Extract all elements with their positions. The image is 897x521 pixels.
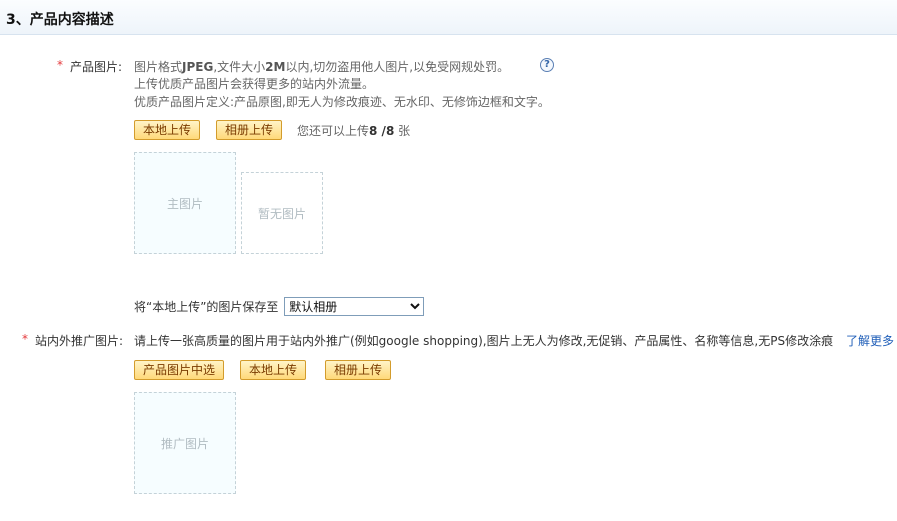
promo-image-label: 推广图片 bbox=[160, 436, 209, 451]
local-upload-button[interactable]: 本地上传 bbox=[134, 120, 201, 140]
learn-more-link[interactable]: 了解更多 bbox=[846, 332, 894, 349]
help-icon[interactable]: ? bbox=[540, 58, 554, 72]
remaining-uploads: 您还可以上传8 /8 张 bbox=[297, 124, 411, 138]
main-image-label: 主图片 bbox=[166, 196, 203, 211]
album-upload-button[interactable]: 相册上传 bbox=[216, 120, 283, 140]
required-mark: * bbox=[57, 58, 63, 72]
product-images-label: 产品图片: bbox=[70, 60, 123, 74]
empty-image-label: 暂无图片 bbox=[257, 206, 306, 221]
promo-images-label: 站内外推广图片: bbox=[35, 334, 124, 348]
promo-local-upload-button[interactable]: 本地上传 bbox=[240, 360, 307, 380]
image-format-hint: 图片格式JPEG,文件大小2M以内,切勿盗用他人图片,以免受网规处罚。 bbox=[134, 60, 510, 74]
promo-image-slot[interactable]: 推广图片 bbox=[134, 392, 236, 494]
main-image-slot[interactable]: 主图片 bbox=[134, 152, 236, 254]
save-to-album-row: 将“本地上传”的图片保存至 默认相册 bbox=[134, 297, 425, 317]
promo-required-mark: * bbox=[22, 332, 28, 346]
promo-album-upload-button[interactable]: 相册上传 bbox=[325, 360, 392, 380]
album-select[interactable]: 默认相册 bbox=[284, 297, 425, 316]
quality-definition-hint: 优质产品图片定义:产品原图,即无人为修改痕迹、无水印、无修饰边框和文字。 bbox=[134, 95, 550, 109]
section-title: 3、产品内容描述 bbox=[6, 12, 114, 28]
section-header: 3、产品内容描述 bbox=[0, 0, 897, 35]
traffic-hint: 上传优质产品图片会获得更多的站内外流量。 bbox=[134, 77, 375, 91]
save-to-album-label: 将“本地上传”的图片保存至 bbox=[134, 300, 279, 314]
pick-from-product-images-button[interactable]: 产品图片中选 bbox=[134, 360, 225, 380]
promo-image-hint: 请上传一张高质量的图片用于站内外推广(例如google shopping),图片… bbox=[134, 334, 834, 348]
empty-image-slot[interactable]: 暂无图片 bbox=[241, 172, 323, 254]
